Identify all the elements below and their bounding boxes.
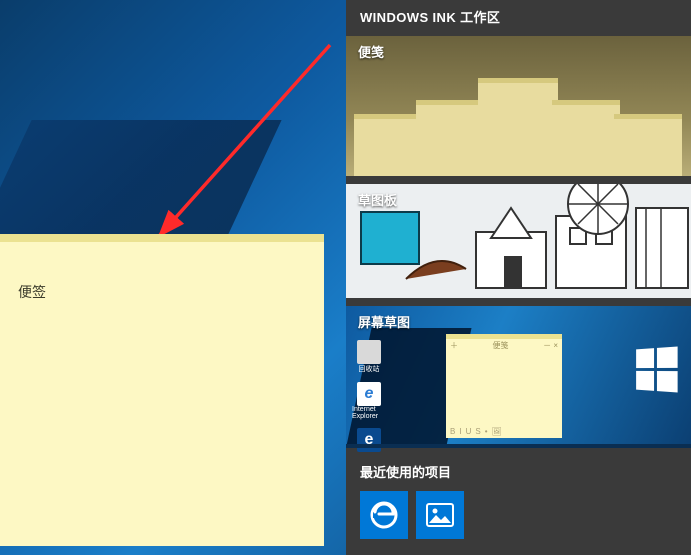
recent-app-photos[interactable] — [416, 491, 464, 539]
tile-sketchpad[interactable]: 草图板 — [346, 184, 691, 298]
tile-sticky-notes[interactable]: 便笺 — [346, 36, 691, 176]
screenshot-sticky-note: ＋便笺－ × BIUS•🖼 — [446, 334, 562, 438]
panel-title: WINDOWS INK 工作区 — [346, 0, 691, 36]
sticky-preview-icon — [416, 100, 484, 176]
edge-icon — [369, 500, 399, 530]
sticky-note[interactable]: 便签 — [0, 234, 324, 546]
annotation-arrow — [140, 40, 340, 250]
tile-label-sticky: 便笺 — [358, 42, 384, 61]
sticky-preview-icon — [478, 78, 558, 176]
sticky-preview-icon — [354, 114, 422, 176]
screenshot-desktop-icons: 回收站 e Internet Explorer e — [352, 340, 386, 452]
recent-app-edge[interactable] — [360, 491, 408, 539]
screenshot-taskbar — [346, 444, 691, 448]
edge-icon: e — [352, 428, 386, 452]
recent-apps-row — [346, 491, 691, 539]
sticky-preview-icon — [552, 100, 620, 176]
sketchpad-drawing — [346, 184, 691, 298]
sticky-note-text: 便签 — [18, 282, 306, 302]
sticky-preview-icon — [614, 114, 682, 176]
ie-icon: e Internet Explorer — [352, 382, 386, 420]
tile-label-sketchpad: 草图板 — [358, 190, 397, 209]
recent-section-label: 最近使用的项目 — [346, 456, 691, 491]
photos-icon — [426, 503, 454, 527]
tile-screen-sketch[interactable]: 屏幕草图 回收站 e Internet Explorer e ＋便笺－ × BI… — [346, 306, 691, 448]
windows-ink-workspace-panel: WINDOWS INK 工作区 便笺 草图板 — [346, 0, 691, 555]
windows-logo-icon — [636, 346, 678, 392]
tile-label-screen-sketch: 屏幕草图 — [358, 312, 410, 331]
recycle-bin-icon: 回收站 — [352, 340, 386, 374]
